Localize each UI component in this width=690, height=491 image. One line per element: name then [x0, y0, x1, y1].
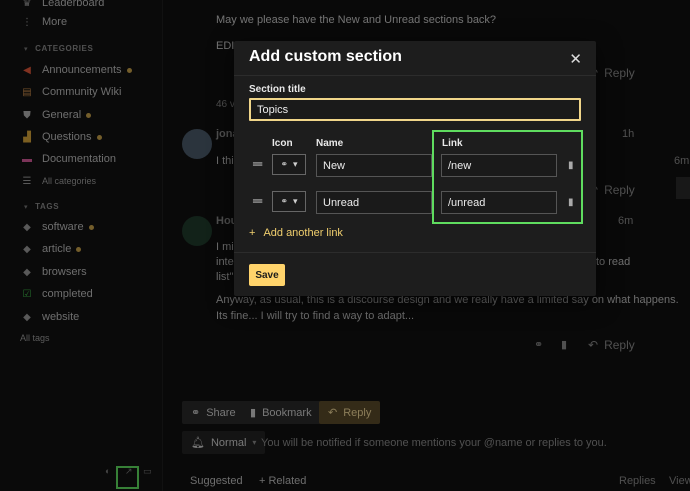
drag-handle-icon[interactable]: ═ — [253, 156, 262, 171]
close-icon[interactable]: ✕ — [569, 50, 582, 68]
modal-title: Add custom section — [249, 48, 402, 65]
section-title-input[interactable] — [249, 98, 581, 121]
save-button[interactable]: Save — [249, 264, 285, 286]
name-column-header: Name — [316, 138, 344, 149]
plus-icon: + — [249, 227, 256, 239]
divider — [234, 75, 596, 76]
add-custom-section-modal: Add custom section ✕ Section title Icon … — [234, 41, 596, 296]
divider — [234, 252, 596, 253]
highlight-box — [432, 130, 583, 224]
icon-select[interactable]: ⚭ ▾ — [272, 191, 306, 212]
icon-column-header: Icon — [272, 138, 293, 149]
icon-select[interactable]: ⚭ ▾ — [272, 154, 306, 175]
link-icon: ⚭ — [280, 196, 288, 206]
chevron-down-icon: ▾ — [293, 159, 298, 169]
link-name-input[interactable] — [316, 191, 432, 214]
link-name-input[interactable] — [316, 154, 432, 177]
chevron-down-icon: ▾ — [293, 196, 298, 206]
add-another-link-button[interactable]: + Add another link — [249, 227, 343, 239]
section-title-label: Section title — [249, 84, 306, 95]
link-icon: ⚭ — [280, 159, 288, 169]
drag-handle-icon[interactable]: ═ — [253, 193, 262, 208]
